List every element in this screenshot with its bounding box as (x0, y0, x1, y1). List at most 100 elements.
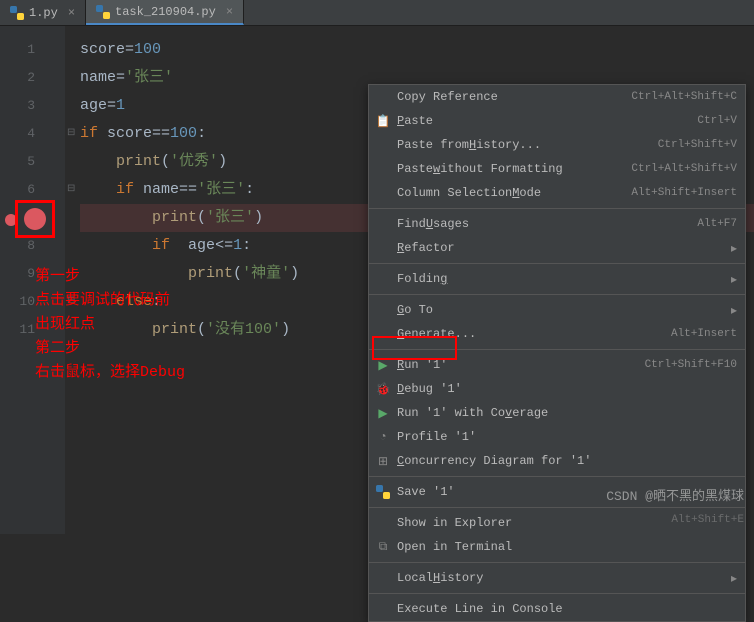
tab-label: 1.py (29, 6, 58, 20)
menu-label: aste (404, 114, 433, 128)
menu-find-usages[interactable]: Find UsagesAlt+F7 (369, 212, 745, 236)
annotations: 第一步 点击要调试的代码前 出现红点 第二步 右击鼠标，选择Debug (35, 265, 185, 385)
menu-profile[interactable]: ◔ Profile '1' (369, 425, 745, 449)
code-token (170, 237, 188, 254)
code-token: : (197, 125, 206, 142)
menu-label: istory (440, 571, 483, 585)
menu-label: Paste (397, 162, 433, 176)
menu-label: ithout Formatting (440, 162, 562, 176)
shortcut: Ctrl+Shift+V (658, 139, 737, 151)
shortcut: Ctrl+Alt+Shift+V (631, 163, 737, 175)
fold-icon[interactable]: ⊟ (67, 120, 75, 148)
menu-concurrency[interactable]: ⊞Concurrency Diagram for '1' (369, 449, 745, 473)
menu-label: istory... (476, 138, 541, 152)
line-number: 5 (0, 148, 65, 176)
menu-label: Profile '1' (397, 430, 476, 444)
code-token: '张三' (197, 181, 245, 198)
menu-label: Column Selection (397, 186, 512, 200)
menu-open-terminal[interactable]: ⧉Open in Terminal (369, 535, 745, 559)
code-token: ) (290, 265, 299, 282)
code-token: ) (218, 153, 227, 170)
code-token: print (188, 265, 233, 282)
annotation-text: 点击要调试的代码前 (35, 289, 185, 313)
submenu-arrow-icon: ▸ (731, 272, 737, 287)
menu-label: Run '1' with Co (397, 406, 505, 420)
code-token: score (80, 41, 125, 58)
menu-label: ebug '1' (404, 382, 462, 396)
shortcut: Alt+F7 (697, 218, 737, 230)
menu-paste-history[interactable]: Paste from History... Ctrl+Shift+V (369, 133, 745, 157)
menu-paste[interactable]: 📋PasteCtrl+V (369, 109, 745, 133)
code-token: : (242, 237, 251, 254)
watermark: CSDN @晒不黑的黑煤球 (606, 485, 744, 504)
code-token: name (80, 69, 116, 86)
menu-label: Execute Line in Console (397, 602, 563, 616)
menu-label: erage (512, 406, 548, 420)
shortcut: Ctrl+V (697, 115, 737, 127)
menu-column-selection[interactable]: Column Selection ModeAlt+Shift+Insert (369, 181, 745, 205)
profile-icon: ◔ (375, 429, 391, 445)
menu-label: Open in Terminal (397, 540, 512, 554)
menu-label-u: G (397, 303, 404, 317)
menu-label-u: D (397, 382, 404, 396)
code-token: <= (215, 237, 233, 254)
menu-separator (369, 294, 745, 295)
menu-local-history[interactable]: Local History▸ (369, 566, 745, 590)
code-token: = (116, 69, 125, 86)
concurrency-icon: ⊞ (375, 453, 391, 469)
close-icon[interactable]: × (226, 5, 233, 19)
menu-separator (369, 263, 745, 264)
annotation-box-breakpoint (15, 200, 55, 238)
code-token: age (188, 237, 215, 254)
submenu-arrow-icon: ▸ (731, 241, 737, 256)
code-token: ( (233, 265, 242, 282)
menu-copy-reference[interactable]: Copy ReferenceCtrl+Alt+Shift+C (369, 85, 745, 109)
watermark-shortcut: Alt+Shift+E (671, 514, 744, 526)
menu-separator (369, 476, 745, 477)
menu-separator (369, 208, 745, 209)
tab-1py[interactable]: 1.py × (0, 0, 86, 25)
menu-debug[interactable]: 🐞Debug '1' (369, 377, 745, 401)
code-token: age (80, 97, 107, 114)
menu-label: Local (397, 571, 433, 585)
menu-label-u: H (469, 138, 476, 152)
annotation-text: 出现红点 (35, 313, 185, 337)
python-icon (96, 5, 110, 19)
menu-refactor[interactable]: Refactor ▸ (369, 236, 745, 260)
code-token: name (134, 181, 179, 198)
code-token: = (107, 97, 116, 114)
menu-goto[interactable]: Go To ▸ (369, 298, 745, 322)
fold-icon[interactable]: ⊟ (67, 176, 75, 204)
code-token: score (98, 125, 152, 142)
code-token: '张三' (206, 209, 254, 226)
menu-label: ode (519, 186, 541, 200)
tab-task[interactable]: task_210904.py × (86, 0, 244, 25)
menu-label-u: P (397, 114, 404, 128)
code-token: 100 (170, 125, 197, 142)
menu-label-u: R (397, 358, 404, 372)
code-token: '优秀' (170, 153, 218, 170)
code-token: '神童' (242, 265, 290, 282)
annotation-text: 右击鼠标，选择Debug (35, 361, 185, 385)
menu-label: efactor (404, 241, 454, 255)
code-token: print (116, 153, 161, 170)
submenu-arrow-icon: ▸ (731, 303, 737, 318)
coverage-icon: ▶ (375, 405, 391, 421)
menu-execute-line[interactable]: Execute Line in Console (369, 597, 745, 621)
menu-paste-without-formatting[interactable]: Paste without FormattingCtrl+Alt+Shift+V (369, 157, 745, 181)
line-number: 2 (0, 64, 65, 92)
menu-run-coverage[interactable]: ▶Run '1' with Coverage (369, 401, 745, 425)
menu-separator (369, 562, 745, 563)
code-token: ) (281, 321, 290, 338)
menu-label: Paste from (397, 138, 469, 152)
shortcut: Ctrl+Shift+F10 (645, 359, 737, 371)
menu-folding[interactable]: Folding▸ (369, 267, 745, 291)
code-token: '张三' (125, 69, 173, 86)
editor-tabs: 1.py × task_210904.py × (0, 0, 754, 26)
close-icon[interactable]: × (68, 6, 75, 20)
menu-label: o To (404, 303, 433, 317)
menu-label-u: R (397, 241, 404, 255)
shortcut: Alt+Shift+Insert (631, 187, 737, 199)
shortcut: Ctrl+Alt+Shift+C (631, 91, 737, 103)
menu-label-u: C (397, 454, 404, 468)
